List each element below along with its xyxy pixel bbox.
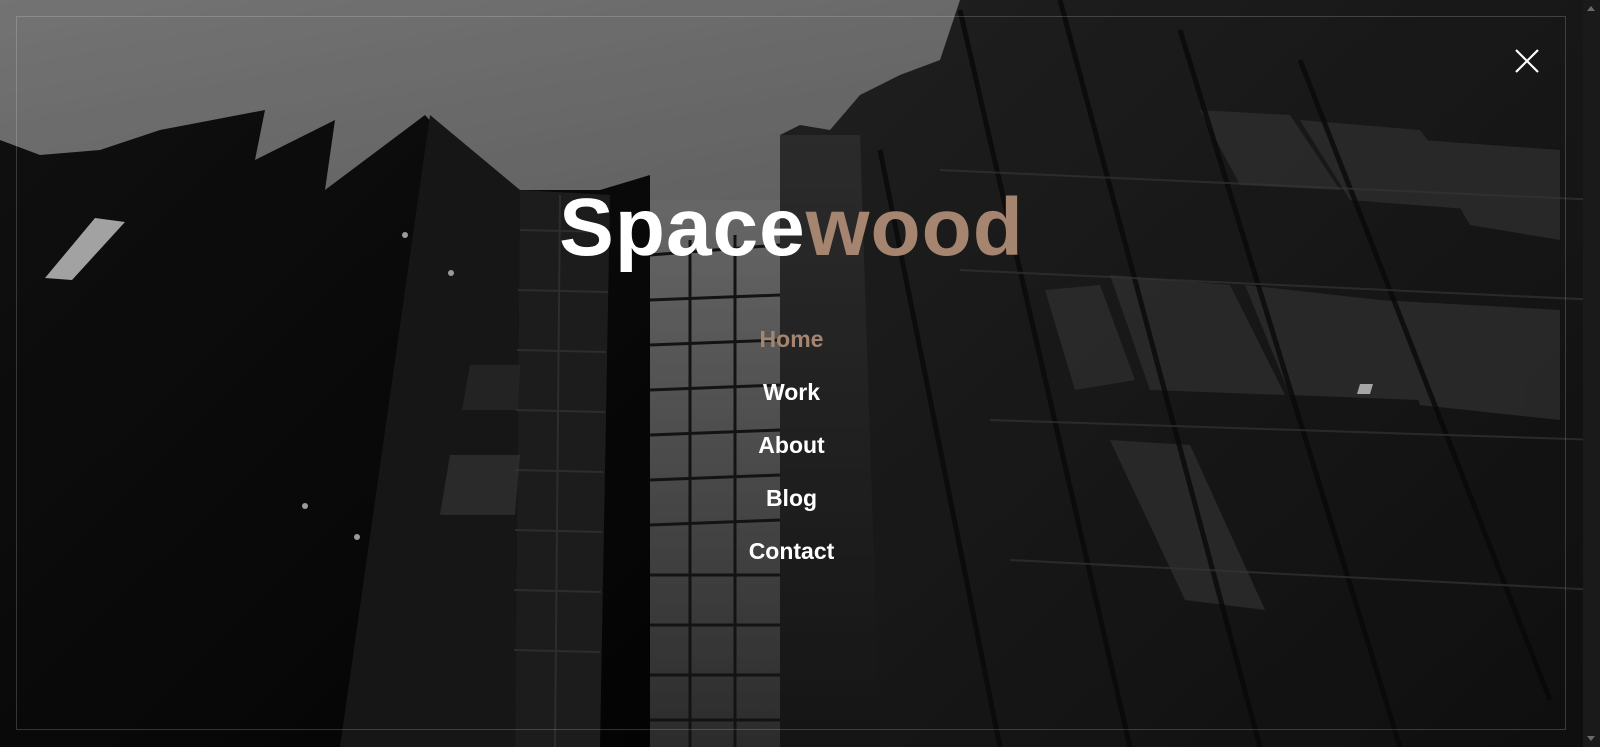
- site-logo[interactable]: Spacewood: [0, 178, 1583, 278]
- nav-link-about[interactable]: About: [758, 432, 824, 458]
- scroll-up-arrow-icon[interactable]: [1587, 6, 1595, 11]
- fullscreen-menu-overlay: Spacewood Home Work About Blog Contact: [0, 0, 1600, 747]
- nav-link-work[interactable]: Work: [763, 379, 820, 405]
- nav-item-blog: Blog: [0, 472, 1583, 525]
- nav-item-about: About: [0, 419, 1583, 472]
- nav-link-contact[interactable]: Contact: [749, 538, 835, 564]
- nav-link-blog[interactable]: Blog: [766, 485, 817, 511]
- nav-link-home[interactable]: Home: [760, 326, 824, 352]
- scroll-down-arrow-icon[interactable]: [1587, 736, 1595, 741]
- logo-text-primary: Space: [559, 182, 806, 273]
- vertical-scrollbar[interactable]: [1583, 0, 1600, 747]
- close-icon[interactable]: [1512, 46, 1542, 76]
- logo-text-accent: wood: [805, 182, 1024, 273]
- nav-item-work: Work: [0, 366, 1583, 419]
- main-navigation: Home Work About Blog Contact: [0, 313, 1583, 578]
- nav-item-home: Home: [0, 313, 1583, 366]
- nav-item-contact: Contact: [0, 525, 1583, 578]
